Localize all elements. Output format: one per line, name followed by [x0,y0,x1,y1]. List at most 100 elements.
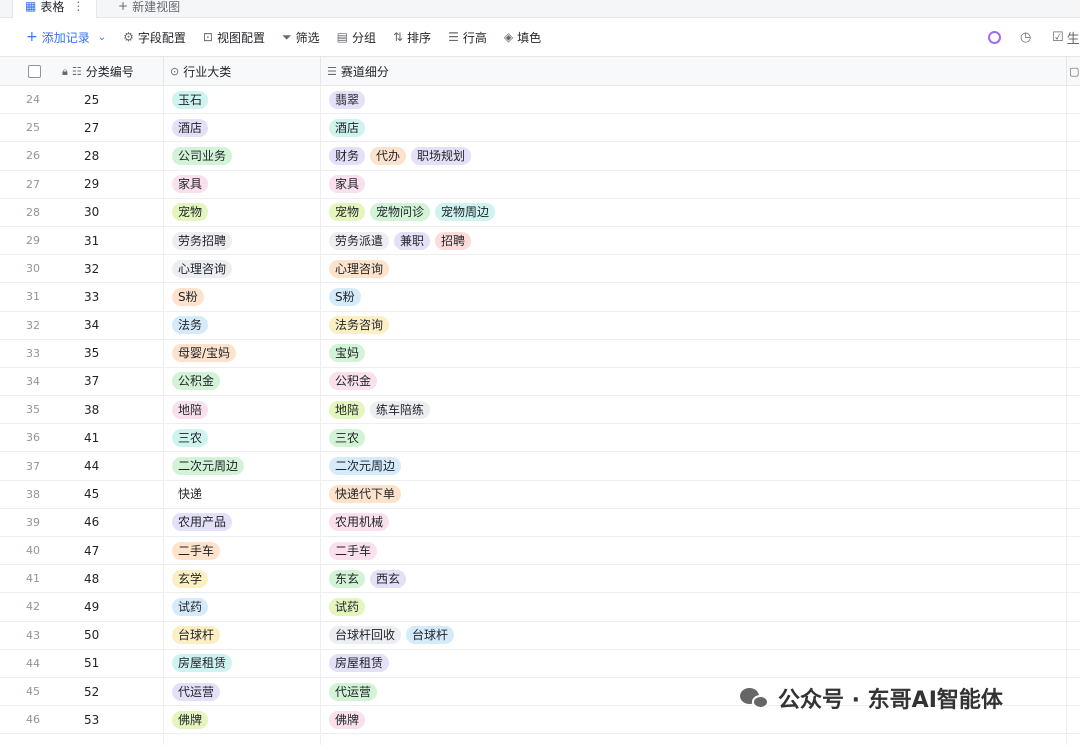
code-cell[interactable]: 51 [75,649,164,677]
code-cell[interactable]: 31 [75,226,164,255]
column-header-subcategory[interactable]: ☰ 赛道细分 [321,57,1067,86]
tab-new-view[interactable]: + 新建视图 [112,0,186,18]
table-row[interactable]: 33 35 母婴/宝妈 宝妈 [0,339,1080,368]
table-row[interactable]: 32 34 法务 法务咨询 [0,311,1080,340]
ai-assistant-icon[interactable] [988,18,1001,56]
category-cell[interactable]: 房屋租赁 [164,649,321,677]
code-cell[interactable]: 30 [75,198,164,226]
table-row[interactable]: 24 25 玉石 翡翠 [0,86,1080,115]
subcategory-cell[interactable]: 家具 [321,170,1067,198]
tab-table-view[interactable]: ▦ 表格 ⋮ [12,0,98,18]
category-cell[interactable]: 家具 [164,170,321,198]
code-cell[interactable]: 45 [75,480,164,508]
table-row[interactable]: 38 45 快递 快递代下单 [0,480,1080,509]
subcategory-cell[interactable]: 翡翠 [321,86,1067,114]
subcategory-cell[interactable]: 三农 [321,424,1067,452]
subcategory-cell[interactable]: 法务咨询 [321,311,1067,339]
code-cell[interactable]: 48 [75,565,164,593]
code-cell[interactable]: 29 [75,170,164,198]
category-cell[interactable]: 佛牌 [164,706,321,734]
subcategory-cell[interactable]: 二手车 [321,537,1067,565]
code-cell[interactable]: 34 [75,311,164,339]
code-cell[interactable]: 53 [75,706,164,734]
category-cell[interactable]: 三农 [164,424,321,452]
table-row[interactable]: 35 38 地陪 地陪 练车陪练 [0,396,1080,425]
group-button[interactable]: ▤ 分组 [337,29,376,46]
table-row[interactable]: 42 49 试药 试药 [0,593,1080,622]
subcategory-cell[interactable]: 酒店 [321,114,1067,142]
category-cell[interactable]: 玄学 [164,565,321,593]
column-header-category[interactable]: ⊙ 行业大类 [164,57,321,86]
table-row[interactable]: 44 51 房屋租赁 房屋租赁 [0,649,1080,678]
code-cell[interactable]: 37 [75,367,164,396]
more-dots-icon[interactable]: ⋮ [72,0,84,13]
generate-button[interactable]: ☑ 生 [1052,18,1080,56]
code-cell[interactable]: 38 [75,396,164,424]
category-cell[interactable]: 二次元周边 [164,452,321,480]
subcategory-cell[interactable]: 台球杆回收 台球杆 [321,621,1067,649]
code-cell[interactable]: 46 [75,508,164,536]
code-cell[interactable]: 47 [75,537,164,565]
table-row[interactable]: 41 48 玄学 东玄 西玄 [0,565,1080,594]
subcategory-cell[interactable]: 地陪 练车陪练 [321,396,1067,424]
code-cell[interactable]: 41 [75,424,164,452]
column-header-code[interactable]: 🔒︎ ☷ 分类编号 [60,57,164,86]
table-row[interactable]: 25 27 酒店 酒店 [0,114,1080,143]
subcategory-cell[interactable]: 快递代下单 [321,480,1067,508]
table-row[interactable]: 34 37 公积金 公积金 [0,367,1080,397]
table-row[interactable]: 43 50 台球杆 台球杆回收 台球杆 [0,621,1080,650]
subcategory-cell[interactable]: 财务 代办 职场规划 [321,142,1067,170]
table-row[interactable]: 31 33 S粉 S粉 [0,283,1080,312]
code-cell[interactable]: 28 [75,142,164,170]
subcategory-cell[interactable]: 二次元周边 [321,452,1067,480]
field-config-button[interactable]: ⚙ 字段配置 [123,29,186,46]
category-cell[interactable]: 二手车 [164,537,321,565]
code-cell[interactable]: 33 [75,283,164,311]
category-cell[interactable]: 快递 [164,480,321,508]
filter-button[interactable]: ⏷ 筛选 [282,29,320,46]
category-cell[interactable]: 地陪 [164,396,321,424]
chevron-down-icon[interactable]: ⌄ [98,32,106,43]
code-cell[interactable]: 35 [75,339,164,367]
add-record-button[interactable]: + 添加记录 ⌄ [26,29,106,46]
code-cell[interactable]: 50 [75,621,164,649]
subcategory-cell[interactable]: 房屋租赁 [321,649,1067,677]
code-cell[interactable]: 44 [75,452,164,480]
category-cell[interactable]: 心理咨询 [164,255,321,283]
code-cell[interactable]: 52 [75,677,164,706]
category-cell[interactable]: 农用产品 [164,508,321,536]
subcategory-cell[interactable]: S粉 [321,283,1067,311]
subcategory-cell[interactable]: 农用机械 [321,508,1067,536]
code-cell[interactable]: 49 [75,593,164,621]
category-cell[interactable]: 代运营 [164,677,321,706]
subcategory-cell[interactable]: 东玄 西玄 [321,565,1067,593]
add-column-cell[interactable]: ▢ [1067,57,1080,86]
subcategory-cell[interactable]: 试药 [321,593,1067,621]
category-cell[interactable]: 公积金 [164,367,321,396]
row-height-button[interactable]: ☰ 行高 [448,29,487,46]
history-icon[interactable]: ◷ [1020,18,1031,56]
category-cell[interactable]: 劳务招聘 [164,226,321,255]
table-row[interactable]: 37 44 二次元周边 二次元周边 [0,452,1080,481]
table-row[interactable]: 26 28 公司业务 财务 代办 职场规划 [0,142,1080,171]
fill-color-button[interactable]: ◈ 填色 [504,29,541,46]
table-row[interactable]: 39 46 农用产品 农用机械 [0,508,1080,537]
category-cell[interactable]: 公司业务 [164,142,321,170]
table-row[interactable]: 36 41 三农 三农 [0,424,1080,453]
category-cell[interactable]: S粉 [164,283,321,311]
select-all-checkbox[interactable] [28,65,41,78]
category-cell[interactable]: 母婴/宝妈 [164,339,321,367]
code-cell[interactable]: 25 [75,86,164,114]
subcategory-cell[interactable]: 宝妈 [321,339,1067,367]
subcategory-cell[interactable]: 心理咨询 [321,255,1067,283]
category-cell[interactable]: 试药 [164,593,321,621]
category-cell[interactable]: 法务 [164,311,321,339]
category-cell[interactable]: 玉石 [164,86,321,114]
category-cell[interactable]: 台球杆 [164,621,321,649]
sort-button[interactable]: ⇅ 排序 [393,29,431,46]
table-row[interactable]: 29 31 劳务招聘 劳务派遣 兼职 招聘 [0,226,1080,256]
subcategory-cell[interactable]: 宠物 宠物问诊 宠物周边 [321,198,1067,226]
table-row[interactable]: 30 32 心理咨询 心理咨询 [0,255,1080,284]
table-row[interactable]: 28 30 宠物 宠物 宠物问诊 宠物周边 [0,198,1080,227]
code-cell[interactable]: 32 [75,255,164,283]
